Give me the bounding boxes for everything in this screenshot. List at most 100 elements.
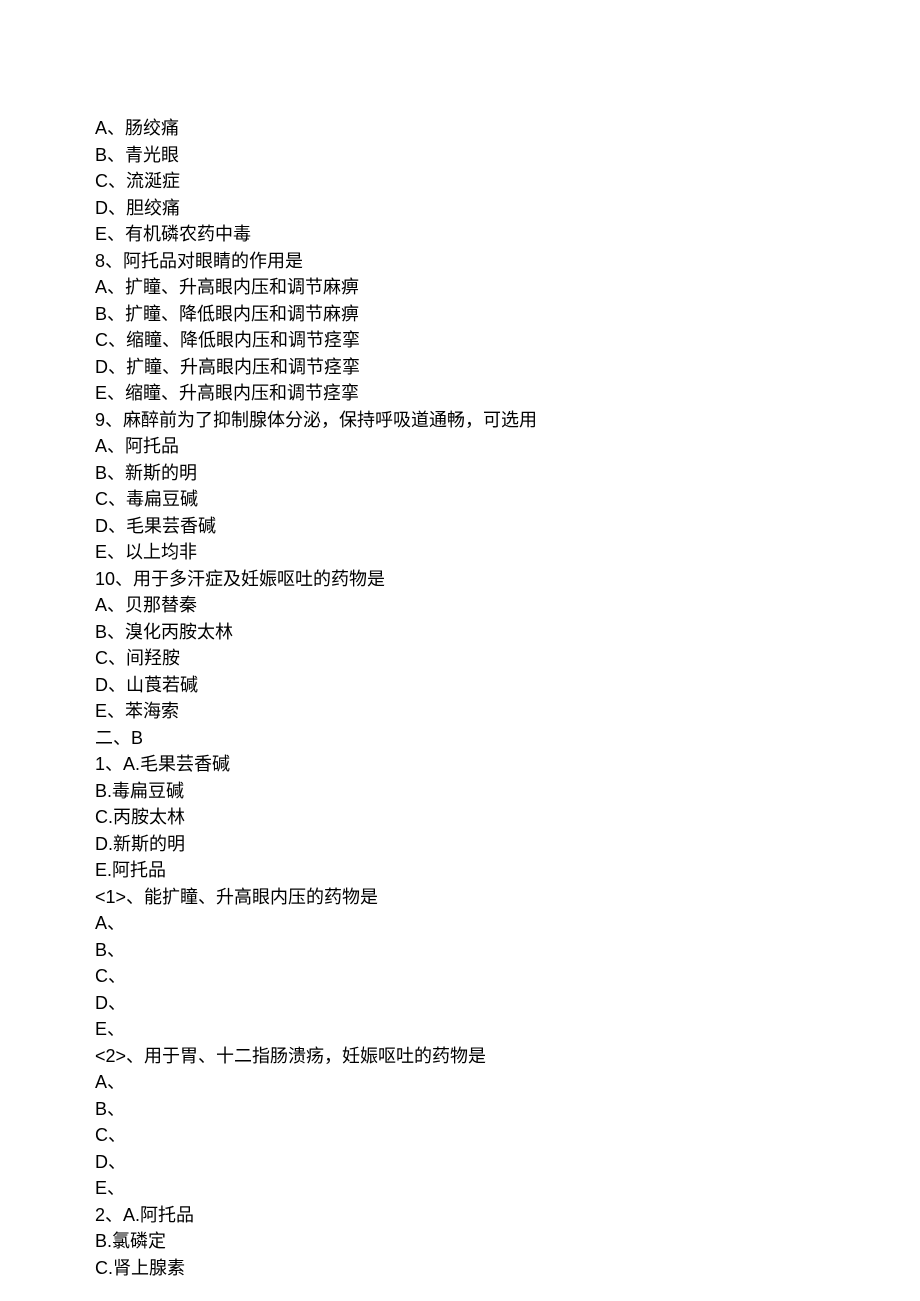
text-line: 1、A.毛果芸香碱 — [95, 751, 920, 778]
line-prefix: <2>、 — [95, 1046, 144, 1066]
line-text: 扩瞳、升高眼内压和调节麻痹 — [125, 277, 359, 297]
line-prefix: A、 — [95, 595, 125, 615]
line-prefix: C、 — [95, 966, 126, 986]
line-prefix: C、 — [95, 330, 126, 350]
line-text: 扩瞳、降低眼内压和调节麻痹 — [125, 304, 359, 324]
text-line: D、山莨若碱 — [95, 672, 920, 699]
line-text: 毒扁豆碱 — [112, 781, 184, 801]
line-text: 肾上腺素 — [113, 1258, 185, 1278]
line-text: 阿托品 — [112, 860, 166, 880]
text-line: B、新斯的明 — [95, 460, 920, 487]
line-text: 麻醉前为了抑制腺体分泌，保持呼吸道通畅，可选用 — [123, 410, 537, 430]
text-line: C.丙胺太林 — [95, 804, 920, 831]
text-line: E、以上均非 — [95, 539, 920, 566]
text-line: C、 — [95, 1122, 920, 1149]
line-prefix: 10、 — [95, 569, 133, 589]
line-text: 毒扁豆碱 — [126, 489, 198, 509]
line-prefix: E. — [95, 860, 112, 880]
text-line: D、 — [95, 1149, 920, 1176]
line-text: 贝那替秦 — [125, 595, 197, 615]
line-prefix: 9、 — [95, 410, 123, 430]
text-line: E、 — [95, 1016, 920, 1043]
line-prefix: 2、A. — [95, 1205, 140, 1225]
text-line: C、缩瞳、降低眼内压和调节痉挛 — [95, 327, 920, 354]
line-prefix: D. — [95, 834, 113, 854]
line-text: 扩瞳、升高眼内压和调节痉挛 — [126, 357, 360, 377]
text-line: <2>、用于胃、十二指肠溃疡，妊娠呕吐的药物是 — [95, 1043, 920, 1070]
text-line: 2、A.阿托品 — [95, 1202, 920, 1229]
text-line: C、间羟胺 — [95, 645, 920, 672]
line-text: 苯海索 — [125, 701, 179, 721]
text-line: A、阿托品 — [95, 433, 920, 460]
text-line: B、青光眼 — [95, 142, 920, 169]
text-line: D.新斯的明 — [95, 831, 920, 858]
line-text: 山莨若碱 — [126, 675, 198, 695]
text-line: D、胆绞痛 — [95, 195, 920, 222]
text-line: A、 — [95, 910, 920, 937]
line-text: 氯磷定 — [112, 1231, 166, 1251]
line-prefix: D、 — [95, 357, 126, 377]
line-prefix: B、 — [95, 304, 125, 324]
line-prefix: E、 — [95, 224, 125, 244]
line-prefix: A、 — [95, 436, 125, 456]
text-line: A、贝那替秦 — [95, 592, 920, 619]
line-prefix: 二、 — [95, 728, 131, 748]
line-text: 毛果芸香碱 — [140, 754, 230, 774]
line-text: 丙胺太林 — [113, 807, 185, 827]
line-text: 阿托品对眼睛的作用是 — [123, 251, 303, 271]
line-prefix: D、 — [95, 993, 126, 1013]
text-line: <1>、能扩瞳、升高眼内压的药物是 — [95, 884, 920, 911]
line-prefix: C、 — [95, 648, 126, 668]
text-line: 8、阿托品对眼睛的作用是 — [95, 248, 920, 275]
line-prefix: C、 — [95, 489, 126, 509]
line-prefix: B、 — [95, 463, 125, 483]
line-text: 能扩瞳、升高眼内压的药物是 — [144, 887, 378, 907]
line-prefix: E、 — [95, 1178, 125, 1198]
line-text: 溴化丙胺太林 — [125, 622, 233, 642]
text-line: C.肾上腺素 — [95, 1255, 920, 1282]
line-prefix: E、 — [95, 383, 125, 403]
text-line: A、扩瞳、升高眼内压和调节麻痹 — [95, 274, 920, 301]
text-line: C、毒扁豆碱 — [95, 486, 920, 513]
line-prefix: E、 — [95, 542, 125, 562]
line-prefix: C、 — [95, 1125, 126, 1145]
line-prefix: C. — [95, 807, 113, 827]
text-line: B.毒扁豆碱 — [95, 778, 920, 805]
text-line: 二、B — [95, 725, 920, 752]
line-text: 用于胃、十二指肠溃疡，妊娠呕吐的药物是 — [144, 1046, 486, 1066]
text-line: C、 — [95, 963, 920, 990]
line-prefix: <1>、 — [95, 887, 144, 907]
text-line: A、肠绞痛 — [95, 115, 920, 142]
line-prefix: D、 — [95, 516, 126, 536]
line-prefix: B、 — [95, 145, 125, 165]
line-text: 青光眼 — [125, 145, 179, 165]
line-prefix: A、 — [95, 913, 125, 933]
line-prefix: A、 — [95, 118, 125, 138]
text-line: E、 — [95, 1175, 920, 1202]
text-line: E、有机磷农药中毒 — [95, 221, 920, 248]
line-text: 新斯的明 — [113, 834, 185, 854]
line-text: 缩瞳、降低眼内压和调节痉挛 — [126, 330, 360, 350]
line-prefix: D、 — [95, 675, 126, 695]
text-line: B、溴化丙胺太林 — [95, 619, 920, 646]
line-prefix: B. — [95, 1231, 112, 1251]
text-line: D、毛果芸香碱 — [95, 513, 920, 540]
line-text: B — [131, 728, 143, 748]
line-text: 用于多汗症及妊娠呕吐的药物是 — [133, 569, 385, 589]
line-text: 流涎症 — [126, 171, 180, 191]
text-line: D、 — [95, 990, 920, 1017]
line-prefix: B. — [95, 781, 112, 801]
text-line: E、缩瞳、升高眼内压和调节痉挛 — [95, 380, 920, 407]
line-text: 以上均非 — [125, 542, 197, 562]
text-line: B.氯磷定 — [95, 1228, 920, 1255]
line-text: 新斯的明 — [125, 463, 197, 483]
line-prefix: E、 — [95, 1019, 125, 1039]
text-line: C、流涎症 — [95, 168, 920, 195]
text-line: B、扩瞳、降低眼内压和调节麻痹 — [95, 301, 920, 328]
line-prefix: 1、A. — [95, 754, 140, 774]
text-line: E、苯海索 — [95, 698, 920, 725]
line-text: 毛果芸香碱 — [126, 516, 216, 536]
line-text: 阿托品 — [140, 1205, 194, 1225]
text-line: A、 — [95, 1069, 920, 1096]
line-prefix: A、 — [95, 1072, 125, 1092]
